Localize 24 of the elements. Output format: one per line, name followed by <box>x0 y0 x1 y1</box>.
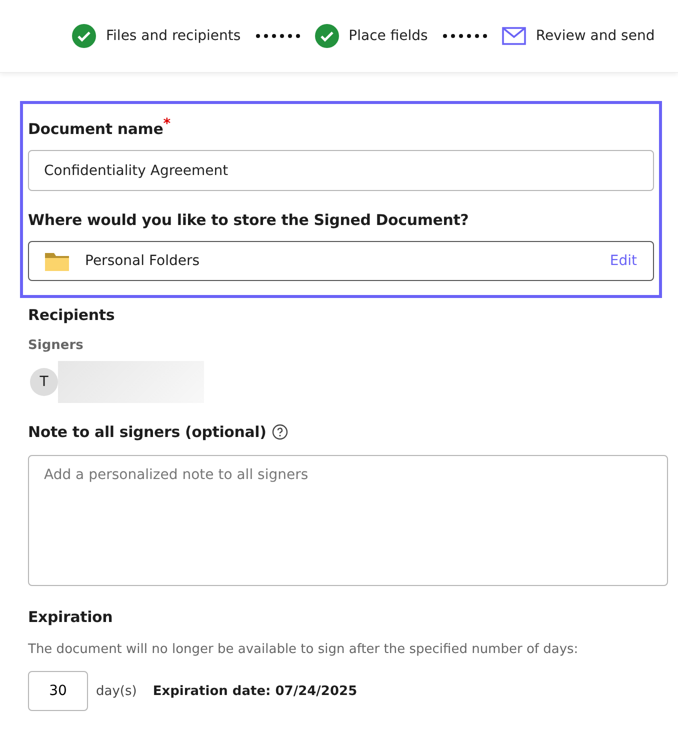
note-field[interactable]: Add a personalized note to all signers <box>28 455 668 586</box>
check-icon <box>314 24 339 48</box>
step-label: Files and recipients <box>106 28 241 44</box>
section-title: Expiration <box>28 608 114 626</box>
step-label: Review and send <box>536 28 655 44</box>
step-connector <box>442 33 488 39</box>
expiration-date: Expiration date: 07/24/2025 <box>152 684 358 698</box>
avatar: T <box>30 368 58 396</box>
field-label: Where would you like to store the Signed Document? <box>28 211 470 229</box>
folder-icon <box>45 251 69 271</box>
days-field[interactable]: 30 <box>28 671 88 711</box>
help-icon[interactable] <box>272 424 288 440</box>
section-title: Recipients <box>28 306 116 324</box>
document-name-field[interactable]: Confidentiality Agreement <box>28 150 654 191</box>
check-icon <box>72 24 96 48</box>
description: The document will no longer be available to sign after the specified number of days: <box>28 642 580 657</box>
step-label: Place fields <box>348 28 428 44</box>
step-connector <box>254 33 301 39</box>
envelope-icon <box>502 27 526 45</box>
folder-name: Personal Folders <box>85 253 201 269</box>
unit-label: day(s) <box>96 684 137 698</box>
field-label: Note to all signers (optional) <box>28 423 266 441</box>
edit-link[interactable]: Edit <box>610 253 637 269</box>
group-label: Signers <box>28 338 84 353</box>
